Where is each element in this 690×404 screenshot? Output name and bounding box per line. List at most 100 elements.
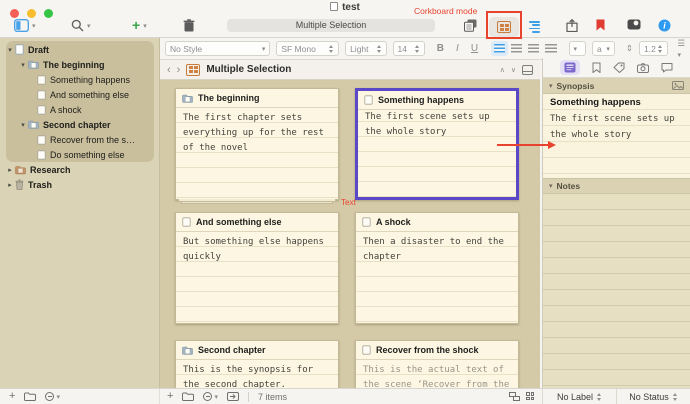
disclosure-open-icon[interactable]: ▾ xyxy=(19,121,27,129)
bold-button[interactable]: B xyxy=(435,43,446,54)
stepper-icon xyxy=(673,393,678,401)
label-select[interactable]: No Label xyxy=(543,389,617,404)
tab-comments[interactable] xyxy=(661,62,673,73)
toolbar: ▾ ▾ + ▾ ▾ Multiple Selection xyxy=(0,17,690,37)
index-card-the-beginning[interactable]: The beginningThe first chapter sets ever… xyxy=(175,88,339,200)
card-title: Recover from the shock xyxy=(376,345,479,355)
disclosure-closed-icon[interactable]: ▸ xyxy=(6,181,14,189)
move-right-button[interactable] xyxy=(227,392,239,401)
card-title: Second chapter xyxy=(198,345,266,355)
remove-menu-button[interactable]: ▾ xyxy=(45,392,60,401)
synopsis-label: Synopsis xyxy=(557,81,595,91)
binder-item-trash[interactable]: ▸Trash xyxy=(0,177,160,192)
chevron-down-icon: ▾ xyxy=(549,82,553,90)
synopsis-section-header[interactable]: ▾ Synopsis xyxy=(543,78,690,94)
binder-item-draft[interactable]: ▾Draft xyxy=(0,42,160,57)
index-card-second-chapter[interactable]: Second chapterThis is the synopsis for t… xyxy=(175,340,339,388)
align-center-button[interactable] xyxy=(511,44,522,53)
line-spacing-select[interactable]: 1.2 xyxy=(639,41,668,56)
folder-icon xyxy=(28,60,39,69)
outliner-icon xyxy=(529,21,540,33)
binder-item-do-something-else[interactable]: Do something else xyxy=(0,147,160,162)
bookmarks-button[interactable] xyxy=(596,19,605,31)
card-title: The beginning xyxy=(198,93,260,103)
binder-item-research[interactable]: ▸Research xyxy=(0,162,160,177)
add-folder-button[interactable] xyxy=(182,392,194,401)
search-icon xyxy=(71,19,84,32)
doc-icon xyxy=(37,150,46,160)
outliner-view-button[interactable] xyxy=(529,21,540,33)
add-card-button[interactable]: + xyxy=(167,392,173,401)
chevron-down-icon: ▾ xyxy=(606,45,610,53)
chevron-down-icon: ▾ xyxy=(214,393,218,401)
font-size-select[interactable]: 14 xyxy=(393,41,425,56)
split-view-button[interactable] xyxy=(522,65,533,75)
add-document-button[interactable]: + xyxy=(9,392,15,401)
annotation-arrow xyxy=(497,144,549,146)
binder-item-the-beginning[interactable]: ▾The beginning xyxy=(0,57,160,72)
disclosure-open-icon[interactable]: ▾ xyxy=(19,61,27,69)
tab-bookmarks[interactable] xyxy=(592,62,601,73)
add-item-button[interactable]: + ▾ xyxy=(132,19,147,32)
plus-icon: + xyxy=(132,19,140,32)
synopsis-image-icon[interactable] xyxy=(672,81,684,90)
notes-editor[interactable] xyxy=(543,194,690,388)
font-weight-select[interactable]: Light xyxy=(345,41,386,56)
nav-back-button[interactable]: ‹ xyxy=(167,65,171,75)
tab-snapshots[interactable] xyxy=(637,63,649,73)
status-select[interactable]: No Status xyxy=(617,389,690,404)
disclosure-open-icon[interactable]: ▾ xyxy=(6,46,14,54)
search-button[interactable]: ▾ xyxy=(71,19,91,32)
style-select[interactable]: No Style▾ xyxy=(165,41,270,56)
disclosure-closed-icon[interactable]: ▸ xyxy=(6,166,14,174)
notepad-icon xyxy=(564,62,576,73)
text-color-select[interactable]: ▾ xyxy=(569,41,586,56)
card-header: A shock xyxy=(356,213,518,232)
share-button[interactable] xyxy=(566,19,578,32)
align-left-button[interactable] xyxy=(494,44,505,53)
next-doc-button[interactable]: ∨ xyxy=(511,66,516,74)
index-card-a-shock[interactable]: A shockThen a disaster to end the chapte… xyxy=(355,212,519,324)
binder-item-something-happens[interactable]: Something happens xyxy=(0,72,160,87)
tab-notes[interactable] xyxy=(560,60,580,75)
nav-forward-button[interactable]: › xyxy=(177,65,181,75)
inspector-tabs xyxy=(543,58,690,78)
info-button[interactable]: i xyxy=(658,19,671,32)
prev-doc-button[interactable]: ∧ xyxy=(500,66,505,74)
freeform-toggle-button[interactable] xyxy=(509,392,520,401)
tab-metadata[interactable] xyxy=(613,62,625,73)
quick-search-field[interactable]: Multiple Selection xyxy=(227,19,435,32)
binder-item-recover-from-the-s[interactable]: Recover from the s… xyxy=(0,132,160,147)
index-card-recover-from-the-shock[interactable]: Recover from the shockThis is the actual… xyxy=(355,340,519,388)
copyholder-button[interactable] xyxy=(464,19,477,32)
trash-button[interactable] xyxy=(183,19,195,32)
binder-item-and-something-else[interactable]: And something else xyxy=(0,87,160,102)
synopsis-editor[interactable]: Something happens The first scene sets u… xyxy=(543,94,690,178)
document-proxy-icon xyxy=(330,2,338,11)
binder-item-a-shock[interactable]: A shock xyxy=(0,102,160,117)
binder-toggle-button[interactable]: ▾ xyxy=(14,19,36,32)
doc-icon xyxy=(182,217,191,227)
editor-footer: + ▾ 7 items xyxy=(160,389,542,404)
stepper-icon xyxy=(377,45,382,53)
card-synopsis-text: But something else happens quickly xyxy=(176,232,338,323)
binder-item-second-chapter[interactable]: ▾Second chapter xyxy=(0,117,160,132)
add-folder-button[interactable] xyxy=(24,392,36,401)
notes-section-header[interactable]: ▾ Notes xyxy=(543,178,690,194)
font-select[interactable]: SF Mono xyxy=(276,41,339,56)
align-justify-button[interactable] xyxy=(545,44,556,53)
binder-item-label: A shock xyxy=(50,105,82,115)
card-header: The beginning xyxy=(176,89,338,108)
card-header: And something else xyxy=(176,213,338,232)
highlight-color-select[interactable]: a▾ xyxy=(592,41,615,56)
underline-button[interactable]: U xyxy=(469,43,480,54)
folder-icon xyxy=(182,94,193,103)
list-format-button[interactable]: ☰ ▾ xyxy=(678,38,690,59)
grid-arrange-button[interactable] xyxy=(526,392,534,401)
align-right-button[interactable] xyxy=(528,44,539,53)
remove-menu-button[interactable]: ▾ xyxy=(203,392,218,401)
italic-button[interactable]: I xyxy=(452,43,463,54)
media-button[interactable] xyxy=(627,19,641,30)
index-card-something-happens[interactable]: Something happensThe first scene sets up… xyxy=(355,88,519,200)
index-card-and-something-else[interactable]: And something elseBut something else hap… xyxy=(175,212,339,324)
